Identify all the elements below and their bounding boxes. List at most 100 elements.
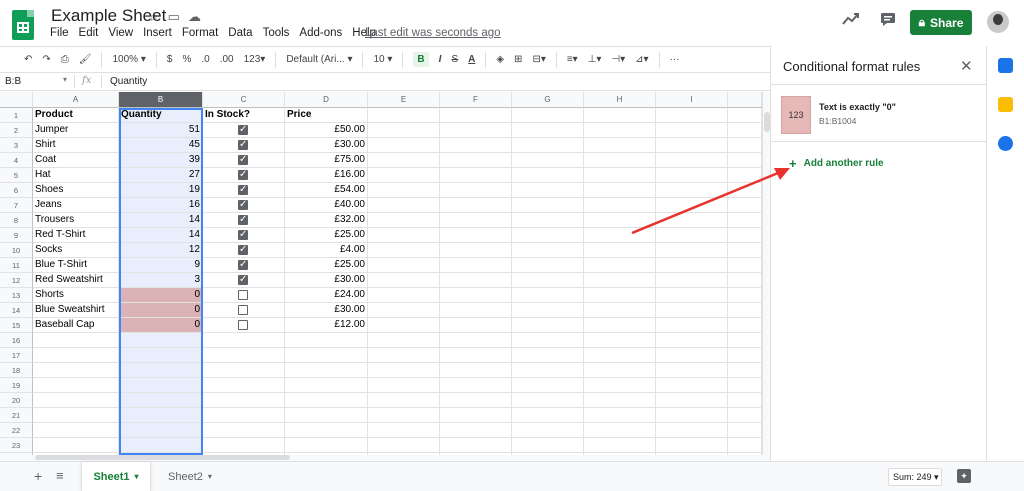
cell[interactable]: [203, 378, 285, 393]
select-all-corner[interactable]: [0, 92, 33, 108]
cell[interactable]: [440, 243, 512, 258]
cell[interactable]: [512, 108, 584, 123]
row-header[interactable]: 5: [0, 168, 33, 183]
bold-button[interactable]: B: [413, 52, 429, 67]
fill-color-icon[interactable]: ◈: [496, 54, 504, 65]
cell[interactable]: [728, 318, 762, 333]
cell[interactable]: [203, 198, 285, 213]
calendar-icon[interactable]: [998, 58, 1013, 73]
cell[interactable]: [512, 408, 584, 423]
column-header-i[interactable]: I: [656, 92, 728, 108]
cell[interactable]: [728, 378, 762, 393]
text-color-button[interactable]: A: [468, 54, 475, 65]
menu-addons[interactable]: Add-ons: [299, 27, 342, 39]
cell[interactable]: [440, 168, 512, 183]
cell[interactable]: [440, 363, 512, 378]
cell[interactable]: [728, 363, 762, 378]
cell[interactable]: 14: [119, 213, 203, 228]
cell[interactable]: Jumper: [33, 123, 119, 138]
row-header[interactable]: 16: [0, 333, 33, 348]
tab-sheet2[interactable]: Sheet2 ▾: [160, 462, 220, 491]
cell[interactable]: [203, 423, 285, 438]
cell[interactable]: [368, 183, 440, 198]
cell[interactable]: [203, 363, 285, 378]
avatar[interactable]: [987, 11, 1009, 33]
row-header[interactable]: 23: [0, 438, 33, 453]
in-stock-checkbox[interactable]: [238, 183, 248, 197]
decrease-decimal-button[interactable]: .0: [201, 54, 209, 65]
menu-edit[interactable]: Edit: [79, 27, 99, 39]
paint-format-icon[interactable]: 🖌︎: [79, 54, 92, 65]
row-header[interactable]: 12: [0, 273, 33, 288]
column-header-b[interactable]: B: [119, 92, 203, 108]
cell[interactable]: [584, 363, 656, 378]
in-stock-checkbox[interactable]: [238, 198, 248, 212]
cell[interactable]: [584, 438, 656, 453]
spreadsheet-grid[interactable]: A B C D E F G H I 1 Product Quantity In Stock? Price 2…: [0, 92, 762, 455]
cell[interactable]: [440, 303, 512, 318]
star-icon[interactable]: ☆: [148, 9, 160, 25]
more-formats-select[interactable]: 123▾: [244, 54, 266, 65]
font-size-select[interactable]: 10 ▾: [373, 54, 392, 65]
cell[interactable]: [512, 393, 584, 408]
column-header-d[interactable]: D: [285, 92, 368, 108]
cell[interactable]: [728, 333, 762, 348]
cell[interactable]: Shorts: [33, 288, 119, 303]
cell[interactable]: £24.00: [285, 288, 368, 303]
cell[interactable]: [512, 228, 584, 243]
cell[interactable]: [368, 438, 440, 453]
cell[interactable]: [512, 198, 584, 213]
cell[interactable]: [33, 378, 119, 393]
cell[interactable]: [368, 303, 440, 318]
formula-input[interactable]: Quantity: [110, 76, 147, 87]
cell[interactable]: [440, 408, 512, 423]
cell[interactable]: [656, 318, 728, 333]
cell[interactable]: [285, 348, 368, 363]
cell[interactable]: [368, 348, 440, 363]
cell[interactable]: [728, 243, 762, 258]
cell[interactable]: £32.00: [285, 213, 368, 228]
percent-format-button[interactable]: %: [182, 54, 191, 65]
rule-range[interactable]: B1:B1004: [819, 116, 856, 126]
rule-format-preview[interactable]: 123: [781, 96, 811, 134]
cell[interactable]: [656, 423, 728, 438]
cell[interactable]: [728, 123, 762, 138]
tab-sheet1[interactable]: Sheet1 ▾: [82, 462, 150, 491]
row-header[interactable]: 15: [0, 318, 33, 333]
in-stock-checkbox[interactable]: [238, 243, 248, 257]
in-stock-checkbox[interactable]: [238, 153, 248, 167]
cell[interactable]: [203, 438, 285, 453]
cell[interactable]: [203, 273, 285, 288]
cell[interactable]: [656, 408, 728, 423]
cell[interactable]: Coat: [33, 153, 119, 168]
cell[interactable]: [440, 183, 512, 198]
cell[interactable]: £30.00: [285, 273, 368, 288]
cell[interactable]: [440, 228, 512, 243]
cell[interactable]: Baseball Cap: [33, 318, 119, 333]
cell[interactable]: [119, 378, 203, 393]
cell[interactable]: [368, 333, 440, 348]
cell[interactable]: [584, 108, 656, 123]
share-button[interactable]: 🔒︎ Share: [910, 10, 972, 35]
cell[interactable]: [285, 378, 368, 393]
cell[interactable]: [33, 393, 119, 408]
cell[interactable]: [119, 348, 203, 363]
more-options-icon[interactable]: ···: [670, 54, 680, 65]
cell[interactable]: [33, 408, 119, 423]
cell[interactable]: [368, 393, 440, 408]
cell[interactable]: 39: [119, 153, 203, 168]
cell[interactable]: [285, 408, 368, 423]
cell[interactable]: Socks: [33, 243, 119, 258]
cell[interactable]: [584, 303, 656, 318]
cell[interactable]: [203, 168, 285, 183]
cell[interactable]: £25.00: [285, 228, 368, 243]
column-header-a[interactable]: A: [33, 92, 119, 108]
increase-decimal-button[interactable]: .00: [220, 54, 234, 65]
cell[interactable]: [512, 168, 584, 183]
cell[interactable]: [440, 393, 512, 408]
row-header[interactable]: 8: [0, 213, 33, 228]
text-rotation-icon[interactable]: ⊿▾: [635, 54, 648, 65]
cell[interactable]: [512, 333, 584, 348]
column-header-g[interactable]: G: [512, 92, 584, 108]
redo-icon[interactable]: ↷: [42, 54, 50, 65]
